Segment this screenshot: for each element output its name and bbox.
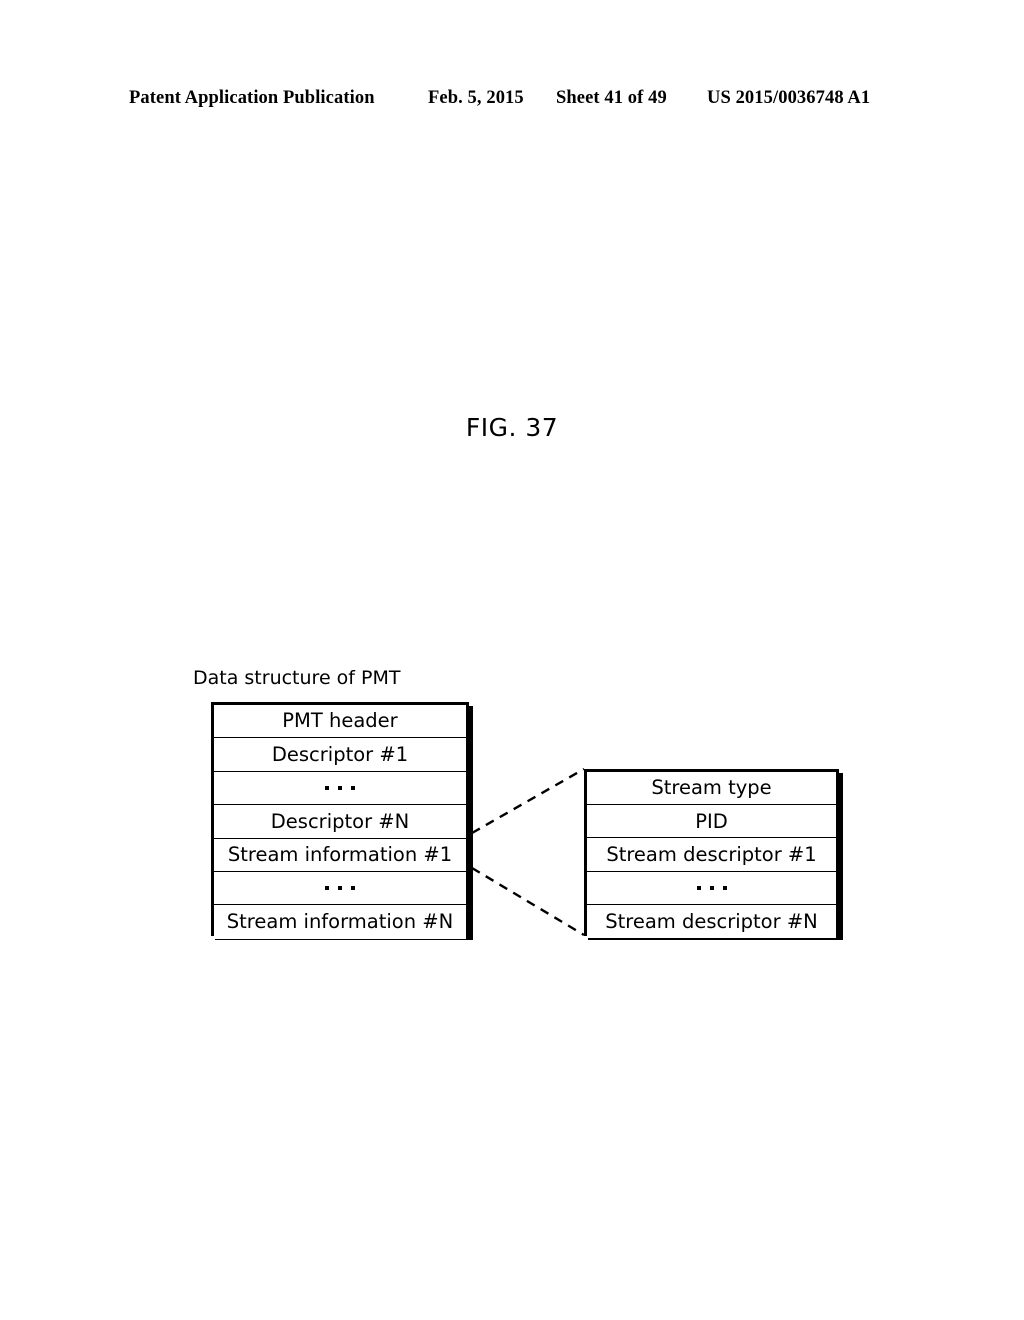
pmt-table-row-label: Descriptor #1	[271, 742, 409, 766]
pmt-table-row-label: Stream information #1	[227, 843, 453, 866]
stream-table-row-label: PID	[695, 809, 728, 833]
pmt-table-row-label: Stream information #N	[226, 910, 454, 934]
pmt-table-row	[214, 871, 466, 906]
stream-table-row: Stream type	[587, 772, 836, 806]
stream-table-row-label: Stream descriptor #N	[605, 909, 818, 933]
pmt-structure-table: PMT header Descriptor #1 Descriptor #N Stre…	[211, 702, 469, 939]
pmt-table-row: PMT header	[214, 705, 466, 739]
callout-upper	[471, 767, 585, 835]
pmt-table-row-label: Descriptor #N	[270, 809, 410, 833]
ellipsis-marker	[325, 886, 355, 891]
stream-table-row: PID	[587, 805, 836, 839]
stream-table-row: Stream descriptor #N	[587, 904, 836, 938]
pmt-table-row: Descriptor #1	[214, 738, 466, 772]
pmt-structure-caption: Data structure of PMT	[193, 667, 401, 689]
ellipsis-marker	[696, 885, 727, 890]
ellipsis-marker	[325, 785, 355, 790]
pmt-table-row: Descriptor #N	[214, 805, 466, 839]
callout-lower	[471, 866, 585, 937]
stream-table-row-label: Stream type	[651, 776, 772, 800]
figure-diagram: Data structure of PMT PMT header Descript…	[0, 0, 1024, 1320]
pmt-table-row: Stream information #1	[214, 838, 466, 872]
stream-table-row: Stream descriptor #1	[587, 838, 836, 872]
stream-information-table: Stream type PID Stream descriptor #1 Stream…	[584, 769, 839, 938]
pmt-table-row: Stream information #N	[214, 905, 466, 939]
stream-table-row	[587, 871, 836, 905]
callout-connectors	[471, 767, 585, 937]
pmt-table-row-label: PMT header	[282, 709, 398, 733]
stream-table-row-label: Stream descriptor #1	[606, 842, 817, 866]
pmt-table-row	[214, 771, 466, 806]
